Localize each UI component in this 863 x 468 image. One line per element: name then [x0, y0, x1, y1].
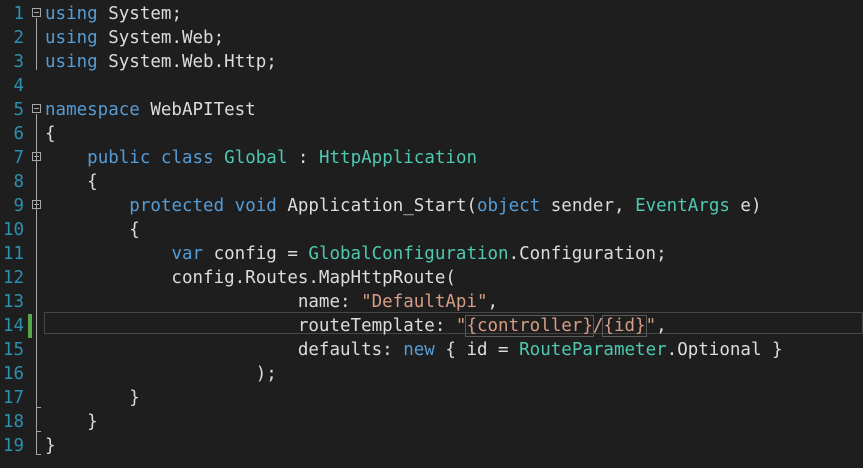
- line-number: 1: [13, 4, 24, 24]
- code-text[interactable]: using System.Web.Http;: [45, 50, 277, 74]
- line-number: 8: [13, 172, 24, 192]
- code-line[interactable]: 8 {: [0, 170, 863, 194]
- collapse-icon[interactable]: [32, 152, 41, 161]
- code-text[interactable]: );: [45, 362, 277, 386]
- code-line[interactable]: 17 }: [0, 386, 863, 410]
- code-line[interactable]: 9 protected void Application_Start(objec…: [0, 194, 863, 218]
- code-line[interactable]: 3 using System.Web.Http;: [0, 50, 863, 74]
- code-line[interactable]: 6 {: [0, 122, 863, 146]
- code-line[interactable]: 4: [0, 74, 863, 98]
- line-number: 12: [2, 268, 24, 288]
- change-marker: [28, 314, 32, 338]
- code-line[interactable]: 10 {: [0, 218, 863, 242]
- code-editor[interactable]: 1 using System; 2 using System.Web; 3 us…: [0, 0, 863, 468]
- code-line[interactable]: 15 defaults: new { id = RouteParameter.O…: [0, 338, 863, 362]
- code-line[interactable]: 12 config.Routes.MapHttpRoute(: [0, 266, 863, 290]
- code-text[interactable]: namespace WebAPITest: [45, 98, 256, 122]
- line-number: 14: [2, 316, 24, 336]
- code-text[interactable]: {: [45, 170, 98, 194]
- line-number: 3: [13, 52, 24, 72]
- line-number: 9: [13, 196, 24, 216]
- code-line[interactable]: 1 using System;: [0, 2, 863, 26]
- collapse-icon[interactable]: [32, 200, 41, 209]
- line-number: 19: [2, 436, 24, 456]
- line-number: 6: [13, 124, 24, 144]
- line-number: 16: [2, 364, 24, 384]
- code-line[interactable]: 5 namespace WebAPITest: [0, 98, 863, 122]
- line-number: 18: [2, 412, 24, 432]
- line-number: 2: [13, 28, 24, 48]
- line-number: 4: [13, 76, 24, 96]
- line-number: 10: [2, 220, 24, 240]
- code-line[interactable]: 11 var config = GlobalConfiguration.Conf…: [0, 242, 863, 266]
- code-text[interactable]: public class Global : HttpApplication: [45, 146, 477, 170]
- code-text[interactable]: {: [45, 122, 56, 146]
- code-text[interactable]: defaults: new { id = RouteParameter.Opti…: [45, 338, 783, 362]
- code-line[interactable]: 13 name: "DefaultApi",: [0, 290, 863, 314]
- code-text[interactable]: protected void Application_Start(object …: [45, 194, 761, 218]
- code-line[interactable]: 18 }: [0, 410, 863, 434]
- code-text[interactable]: }: [45, 410, 98, 434]
- code-text[interactable]: {: [45, 218, 140, 242]
- line-number: 5: [13, 100, 24, 120]
- code-text[interactable]: routeTemplate: "{controller}/{id}",: [45, 314, 667, 338]
- code-text[interactable]: }: [45, 386, 140, 410]
- code-text[interactable]: name: "DefaultApi",: [45, 290, 498, 314]
- line-number: 11: [2, 244, 24, 264]
- code-line[interactable]: 2 using System.Web;: [0, 26, 863, 50]
- code-text[interactable]: }: [45, 434, 56, 458]
- code-text[interactable]: using System.Web;: [45, 26, 224, 50]
- line-number: 13: [2, 292, 24, 312]
- line-number: 17: [2, 388, 24, 408]
- code-line[interactable]: 19 }: [0, 434, 863, 458]
- code-line[interactable]: 16 );: [0, 362, 863, 386]
- line-number: 7: [13, 148, 24, 168]
- code-text[interactable]: using System;: [45, 2, 182, 26]
- code-text[interactable]: config.Routes.MapHttpRoute(: [45, 266, 455, 290]
- collapse-icon[interactable]: [32, 104, 41, 113]
- code-line-active[interactable]: 14 routeTemplate: "{controller}/{id}",: [0, 314, 863, 338]
- code-text[interactable]: var config = GlobalConfiguration.Configu…: [45, 242, 666, 266]
- code-line[interactable]: 7 public class Global : HttpApplication: [0, 146, 863, 170]
- line-number: 15: [2, 340, 24, 360]
- collapse-icon[interactable]: [32, 8, 41, 17]
